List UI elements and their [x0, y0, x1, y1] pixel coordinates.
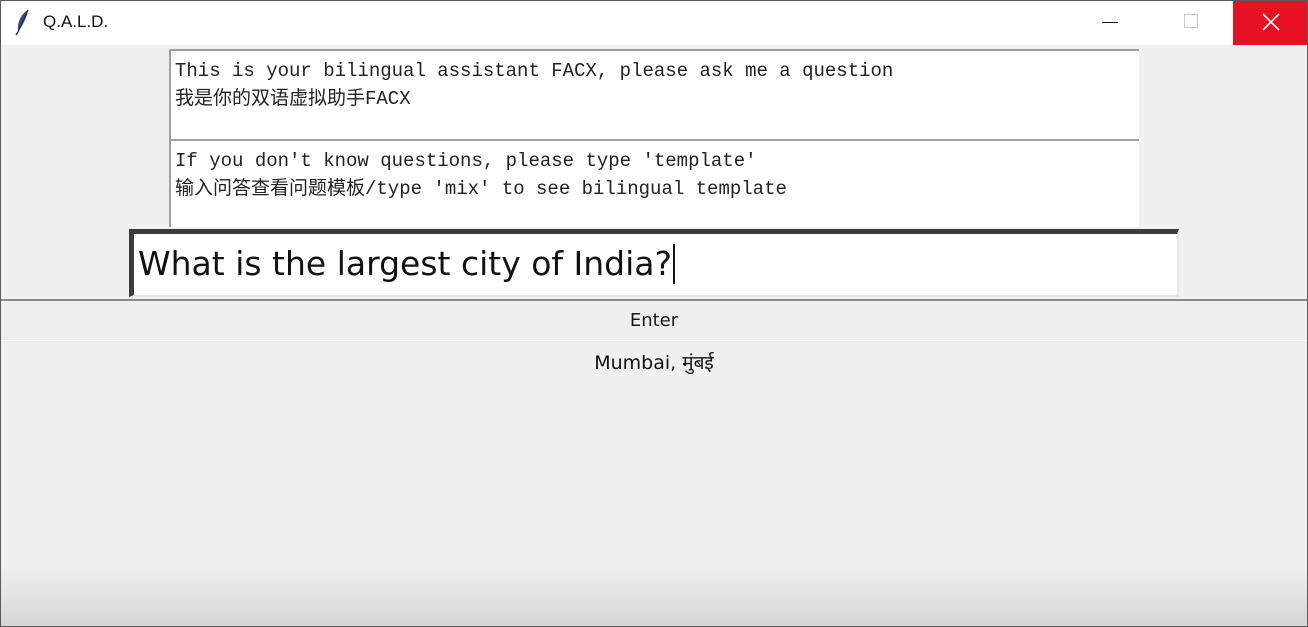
app-window: Q.A.L.D. This is your bilingual assistan… — [0, 0, 1308, 627]
bottom-shade — [1, 566, 1307, 626]
title-bar[interactable]: Q.A.L.D. — [1, 1, 1307, 45]
answer-label: Mumbai, मुंबई — [1, 348, 1307, 378]
close-button[interactable] — [1233, 1, 1307, 45]
close-icon — [1262, 13, 1280, 31]
window-title: Q.A.L.D. — [43, 12, 109, 31]
minimize-button[interactable] — [1073, 1, 1147, 45]
intro-text-panel: This is your bilingual assistant FACX, p… — [169, 49, 1139, 139]
feather-icon — [13, 8, 33, 36]
intro-line-chinese: 我是你的双语虚拟助手FACX — [175, 88, 411, 110]
help-line-mixed: 输入问答查看问题模板/type 'mix' to see bilingual t… — [175, 178, 787, 200]
intro-line-english: This is your bilingual assistant FACX, p… — [175, 60, 894, 82]
text-caret — [673, 244, 676, 284]
enter-button[interactable]: Enter — [1, 299, 1307, 341]
enter-button-label: Enter — [629, 310, 679, 331]
help-line-english: If you don't know questions, please type… — [175, 150, 757, 172]
help-text-panel: If you don't know questions, please type… — [169, 139, 1139, 227]
answer-text: Mumbai, मुंबई — [594, 352, 714, 374]
question-text: What is the largest city of India? — [138, 244, 673, 283]
question-input[interactable]: What is the largest city of India? — [129, 229, 1179, 297]
maximize-button[interactable] — [1154, 1, 1228, 45]
